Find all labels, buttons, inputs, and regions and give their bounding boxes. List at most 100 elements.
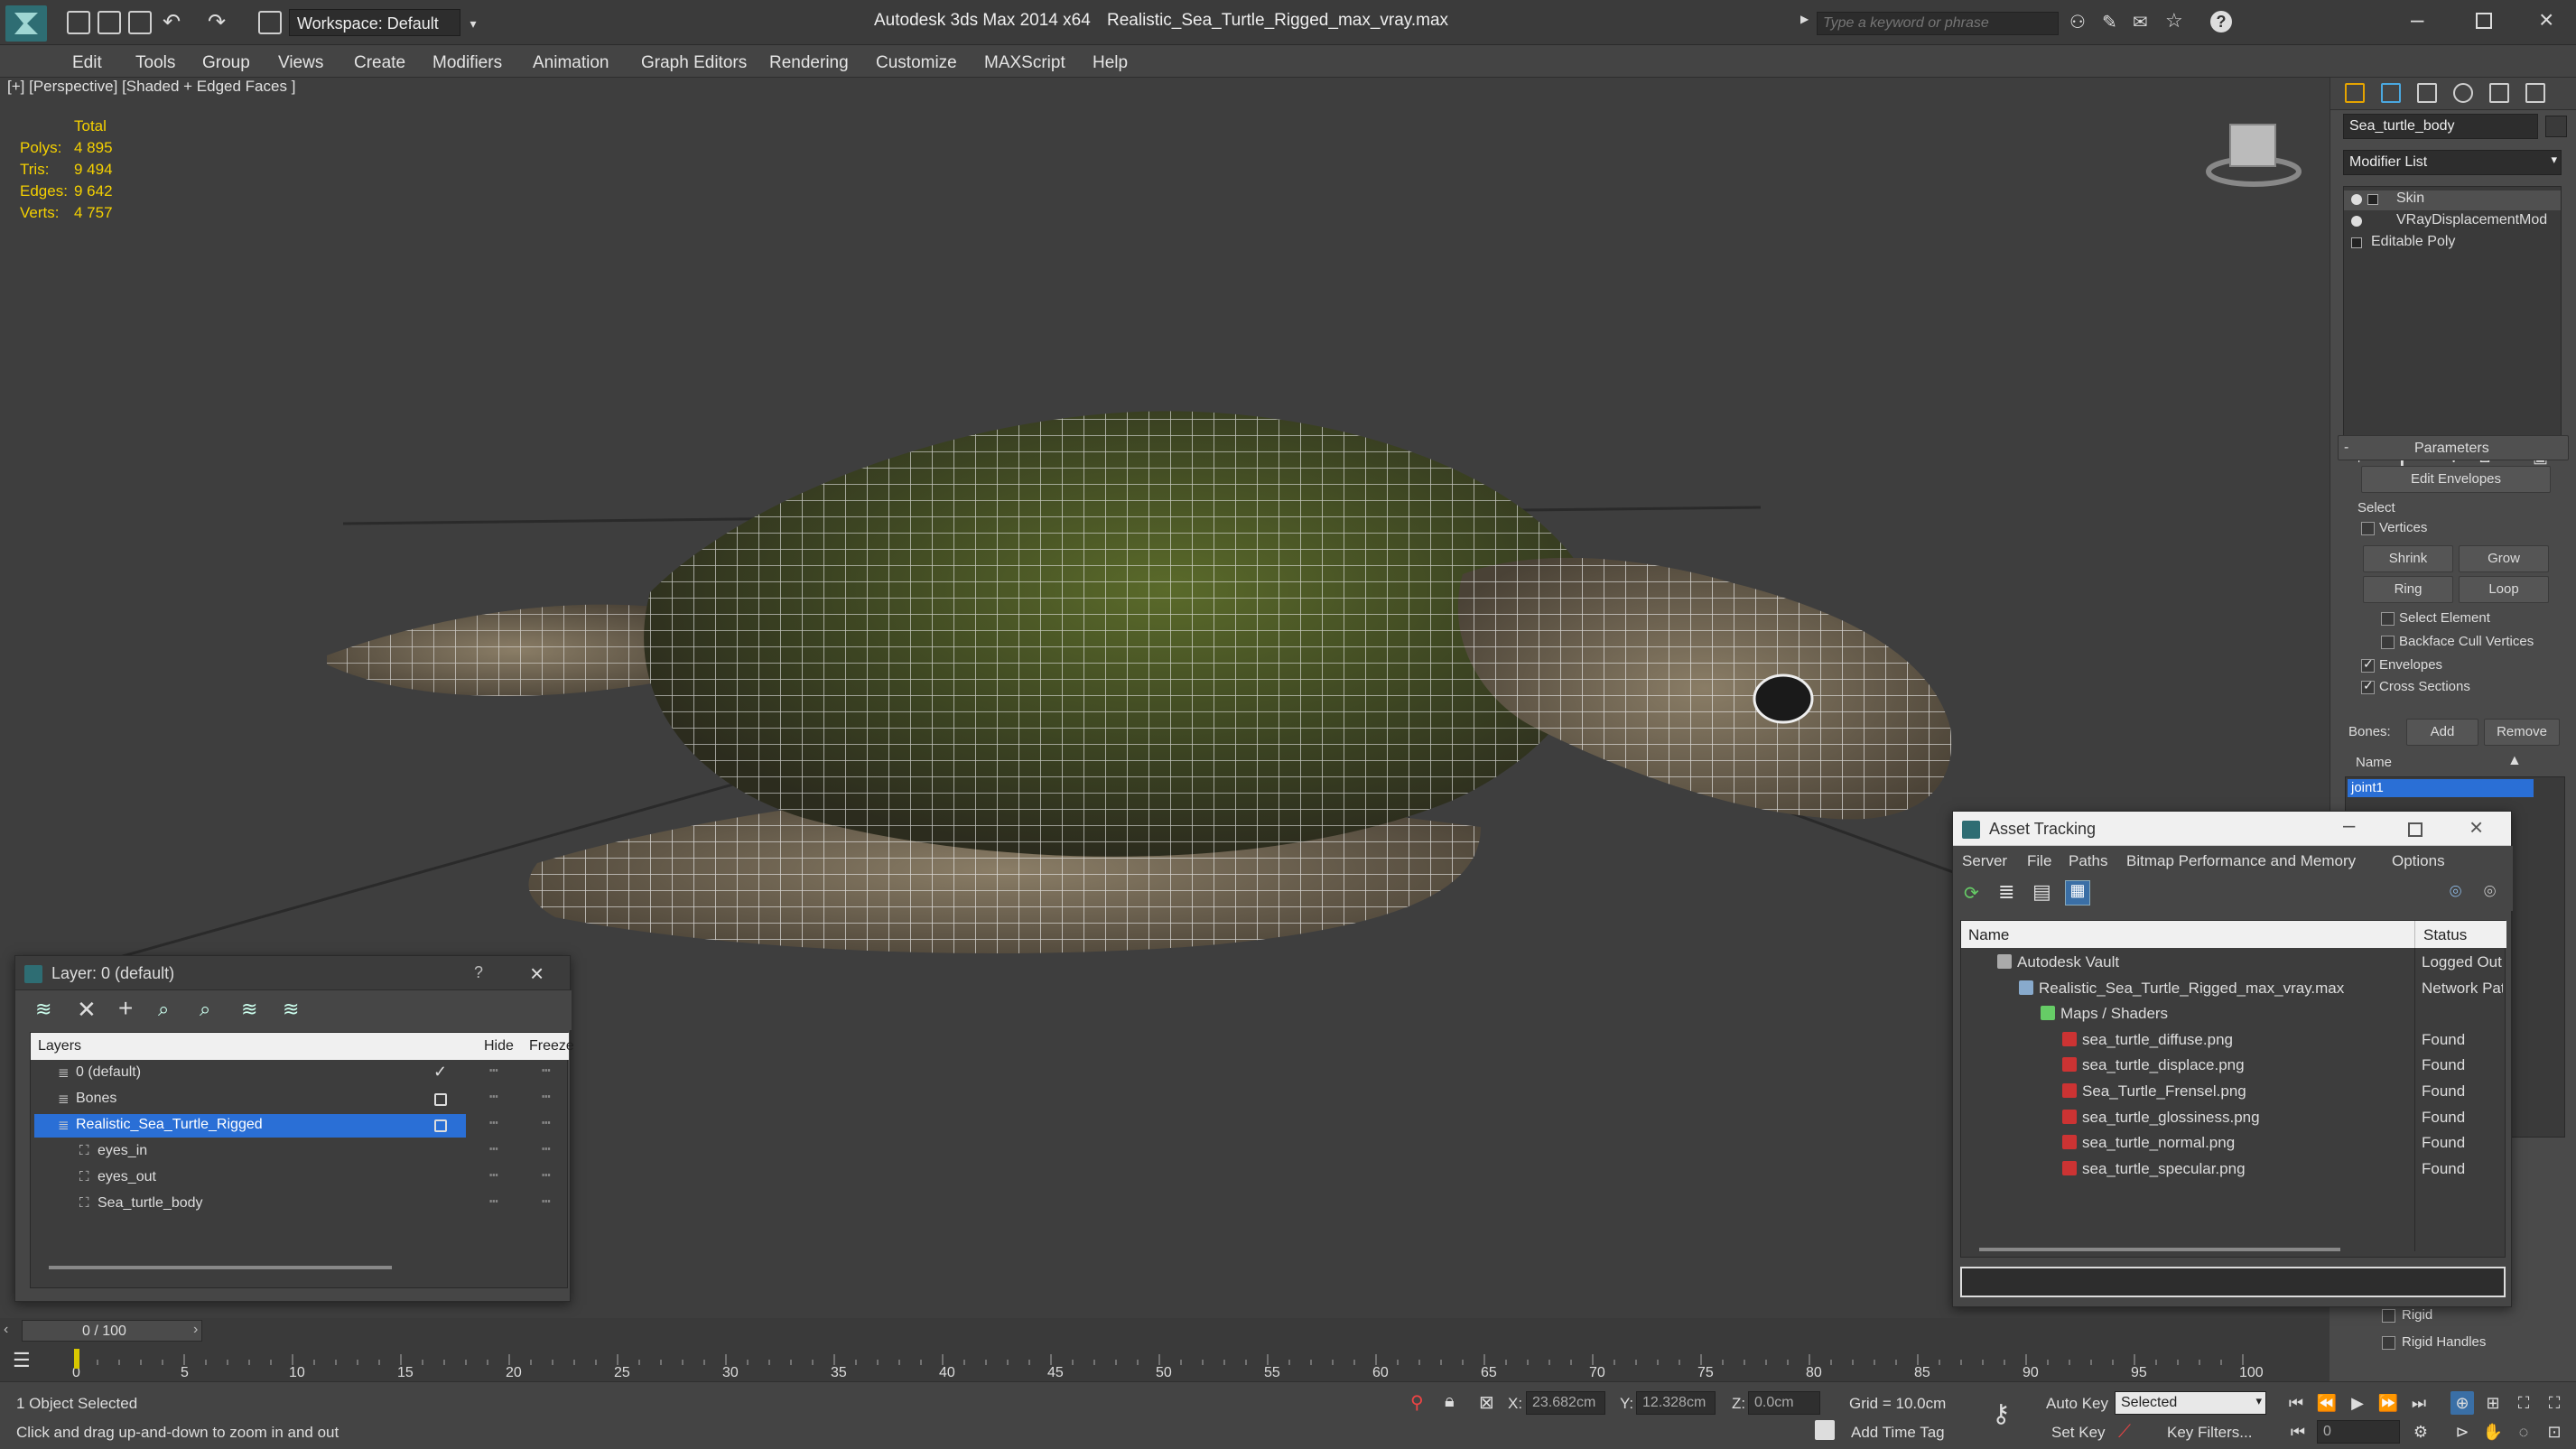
open-mini-curve-editor-icon[interactable]: ☰ [13, 1349, 31, 1372]
hide-toggle[interactable]: ┅ [489, 1140, 498, 1158]
delete-layer-icon[interactable]: ✕ [77, 996, 97, 1024]
create-tab-icon[interactable] [2345, 83, 2365, 103]
subscription-icon[interactable]: ✎ [2102, 11, 2117, 33]
lightbulb-icon[interactable] [2351, 216, 2362, 227]
modifier-list-dropdown[interactable]: Modifier List ▾ [2343, 150, 2562, 175]
binoculars-icon[interactable]: ⚇ [2069, 11, 2086, 33]
loop-button[interactable]: Loop [2459, 576, 2549, 603]
hide-all-icon[interactable]: ≋ [241, 998, 257, 1021]
asset-menu-server[interactable]: Server [1962, 852, 2007, 870]
selection-lock-icon[interactable]: 🔒︎ [1445, 1391, 1455, 1412]
auto-key-button[interactable]: Auto Key [2046, 1395, 2108, 1413]
y-coord-field[interactable]: 12.328cm [1636, 1391, 1716, 1415]
ring-button[interactable]: Ring [2363, 576, 2453, 603]
minimize-icon[interactable]: – [2343, 813, 2355, 839]
hide-toggle[interactable]: ┅ [489, 1062, 498, 1080]
layer-row[interactable]: ≣ Bones ┅ ┅ [31, 1088, 567, 1111]
stack-item-editable-poly[interactable]: Editable Poly [2344, 234, 2561, 254]
asset-row[interactable]: sea_turtle_glossiness.png Found [1961, 1105, 2505, 1130]
stack-item-vraydisplacement[interactable]: VRayDisplacementMod [2344, 212, 2561, 232]
hierarchy-tab-icon[interactable] [2417, 83, 2437, 103]
parameters-header-bar[interactable]: - Parameters [2338, 435, 2569, 460]
zoom-all-icon[interactable]: ⊞ [2481, 1391, 2505, 1415]
freeze-toggle[interactable]: ┅ [542, 1088, 551, 1106]
help-icon[interactable]: ? [2210, 11, 2232, 33]
menu-rendering[interactable]: Rendering [769, 53, 849, 73]
search-input[interactable] [1817, 12, 2059, 35]
save-file-icon[interactable] [128, 11, 152, 34]
key-mode-toggle-icon[interactable]: ⏮ [2286, 1420, 2310, 1444]
x-coord-field[interactable]: 23.682cm [1526, 1391, 1605, 1415]
asset-row[interactable]: sea_turtle_normal.png Found [1961, 1130, 2505, 1156]
freeze-toggle[interactable]: ┅ [542, 1166, 551, 1184]
asset-menu-file[interactable]: File [2027, 852, 2051, 870]
key-mode-select[interactable]: Selected ▾ [2115, 1391, 2266, 1415]
layers-column-header[interactable]: Layers [38, 1038, 81, 1054]
field-of-view-icon[interactable]: ⊳ [2450, 1420, 2474, 1444]
remove-bone-button[interactable]: Remove [2484, 719, 2560, 746]
asset-row[interactable]: sea_turtle_diffuse.png Found [1961, 1027, 2505, 1053]
asset-row[interactable]: Realistic_Sea_Turtle_Rigged_max_vray.max… [1961, 976, 2505, 1001]
list-view-icon[interactable]: ≣ [1998, 880, 2014, 904]
utilities-tab-icon[interactable] [2525, 83, 2545, 103]
lightbulb-icon[interactable] [2351, 194, 2362, 205]
hide-toggle[interactable]: ┅ [489, 1088, 498, 1106]
vault-help-icon[interactable]: ⌾ [2450, 880, 2461, 904]
backface-cull-checkbox[interactable] [2381, 636, 2395, 649]
previous-frame-icon[interactable]: ⏪ [2315, 1391, 2339, 1415]
freeze-toggle[interactable]: ┅ [542, 1140, 551, 1158]
menu-group[interactable]: Group [202, 53, 250, 73]
asset-row[interactable]: Maps / Shaders [1961, 1001, 2505, 1026]
rigid-handles-checkbox[interactable] [2382, 1336, 2395, 1350]
expand-icon[interactable] [2367, 194, 2378, 205]
select-in-layer-icon[interactable]: ⌕ [158, 998, 169, 1021]
next-frame-icon[interactable]: ⏩ [2376, 1391, 2400, 1415]
motion-tab-icon[interactable] [2453, 83, 2473, 103]
horizontal-scrollbar[interactable] [49, 1266, 392, 1269]
modify-tab-icon[interactable] [2381, 83, 2401, 103]
play-icon[interactable]: ▶ [2346, 1391, 2369, 1415]
freeze-all-icon[interactable]: ≋ [283, 998, 299, 1021]
redo-icon[interactable]: ↷ [208, 9, 226, 35]
edit-envelopes-button[interactable]: Edit Envelopes [2361, 466, 2551, 493]
asset-row[interactable]: sea_turtle_displace.png Found [1961, 1053, 2505, 1078]
key-filters-button[interactable]: Key Filters... [2167, 1424, 2252, 1442]
project-folder-icon[interactable] [258, 11, 282, 34]
set-key-mode-icon[interactable]: ⚷ [1992, 1398, 2011, 1428]
hide-toggle[interactable]: ┅ [489, 1114, 498, 1132]
hide-toggle[interactable]: ┅ [489, 1166, 498, 1184]
small-icons-icon[interactable]: ▤ [2032, 880, 2051, 904]
current-layer-check-icon[interactable]: ✓ [433, 1063, 447, 1082]
envelopes-checkbox[interactable] [2361, 656, 2375, 673]
current-frame-field[interactable]: 0 [2317, 1420, 2400, 1444]
status-column-header[interactable]: Status [2423, 926, 2467, 944]
asset-menu-bitmap-performance[interactable]: Bitmap Performance and Memory [2126, 852, 2356, 870]
bone-item[interactable]: joint1 [2348, 779, 2534, 797]
search-expand-icon[interactable]: ▶ [1800, 13, 1813, 33]
refresh-icon[interactable]: ⟳ [1964, 882, 1979, 905]
menu-edit[interactable]: Edit [72, 53, 102, 73]
asset-dialog-titlebar[interactable]: Asset Tracking – × [1953, 812, 2511, 846]
zoom-extents-all-icon[interactable]: ⛶ [2543, 1391, 2566, 1415]
layer-row[interactable]: ⛶ eyes_in ┅ ┅ [31, 1140, 567, 1164]
close-window-icon[interactable]: × [2539, 5, 2553, 34]
menu-tools[interactable]: Tools [135, 53, 175, 73]
object-color-swatch[interactable] [2545, 116, 2567, 137]
maximize-viewport-icon[interactable]: ⊡ [2543, 1420, 2566, 1444]
layer-row[interactable]: ⛶ eyes_out ┅ ┅ [31, 1166, 567, 1190]
undo-icon[interactable]: ↶ [163, 9, 181, 35]
workspace-select[interactable]: Workspace: Default [289, 9, 460, 36]
go-to-end-icon[interactable]: ⏭ [2407, 1391, 2431, 1415]
layer-row[interactable]: ≣ Realistic_Sea_Turtle_Rigged ┅ ┅ [31, 1114, 567, 1138]
freeze-toggle[interactable]: ┅ [542, 1114, 551, 1132]
asset-menu-paths[interactable]: Paths [2069, 852, 2107, 870]
zoom-extents-icon[interactable]: ⛶ [2512, 1391, 2535, 1415]
object-name-field[interactable]: Sea_turtle_body [2343, 114, 2538, 139]
set-key-button[interactable]: Set Key [2051, 1424, 2106, 1442]
hide-column-header[interactable]: Hide [484, 1038, 514, 1054]
asset-row[interactable]: Sea_Turtle_Frensel.png Found [1961, 1079, 2505, 1104]
layer-row[interactable]: ⛶ Sea_turtle_body ┅ ┅ [31, 1193, 567, 1216]
cross-sections-checkbox[interactable] [2361, 678, 2375, 694]
current-frame-marker[interactable] [74, 1349, 79, 1369]
open-file-icon[interactable] [98, 11, 121, 34]
